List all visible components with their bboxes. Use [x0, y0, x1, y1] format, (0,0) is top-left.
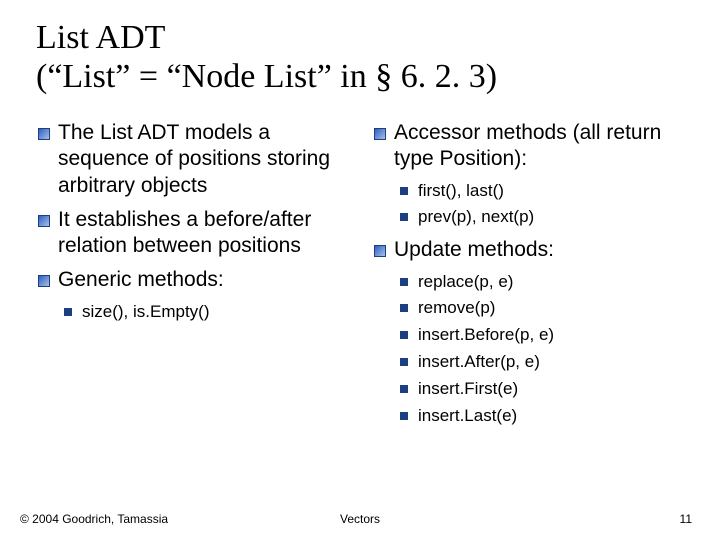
list-item: size(), is.Empty() [58, 300, 360, 324]
right-list: Accessor methods (all return type Positi… [372, 120, 696, 427]
list-item-label: Generic methods: [58, 268, 224, 291]
accessor-methods-list: first(), last() prev(p), next(p) [394, 179, 696, 230]
left-list: The List ADT models a sequence of positi… [36, 120, 360, 323]
list-item: The List ADT models a sequence of positi… [36, 120, 360, 199]
list-item: insert.Last(e) [394, 404, 696, 428]
generic-methods-list: size(), is.Empty() [58, 300, 360, 324]
slide-title: List ADT(“List” = “Node List” in § 6. 2.… [36, 18, 684, 96]
list-item: insert.After(p, e) [394, 350, 696, 374]
update-methods-list: replace(p, e) remove(p) insert.Before(p,… [394, 270, 696, 428]
copyright: © 2004 Goodrich, Tamassia [20, 512, 168, 526]
list-item: first(), last() [394, 179, 696, 203]
list-item: It establishes a before/after relation b… [36, 207, 360, 260]
right-column: Accessor methods (all return type Positi… [372, 120, 696, 435]
slide: List ADT(“List” = “Node List” in § 6. 2.… [0, 0, 720, 435]
left-column: The List ADT models a sequence of positi… [36, 120, 360, 435]
list-item: prev(p), next(p) [394, 205, 696, 229]
list-item: insert.Before(p, e) [394, 323, 696, 347]
list-item: Update methods: replace(p, e) remove(p) … [372, 237, 696, 427]
page-number: 11 [680, 512, 692, 526]
list-item: replace(p, e) [394, 270, 696, 294]
list-item: remove(p) [394, 296, 696, 320]
list-item: Generic methods: size(), is.Empty() [36, 267, 360, 323]
list-item: insert.First(e) [394, 377, 696, 401]
list-item-label: Accessor methods (all return type Positi… [394, 121, 661, 170]
list-item-label: Update methods: [394, 238, 554, 261]
footer-center: Vectors [340, 512, 380, 526]
content-columns: The List ADT models a sequence of positi… [36, 120, 684, 435]
list-item: Accessor methods (all return type Positi… [372, 120, 696, 229]
